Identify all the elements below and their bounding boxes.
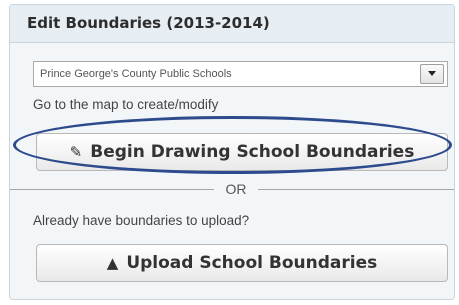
dropdown-arrow-button[interactable] bbox=[420, 64, 444, 84]
panel-header: Edit Boundaries (2013-2014) bbox=[10, 5, 454, 43]
pencil-icon: ✎ bbox=[69, 143, 83, 161]
begin-drawing-button[interactable]: ✎ Begin Drawing School Boundaries bbox=[36, 133, 448, 171]
divider-line-right bbox=[258, 189, 454, 190]
divider-line-left bbox=[10, 189, 214, 190]
upload-arrow-icon: ▲ bbox=[106, 254, 119, 272]
upload-boundaries-button[interactable]: ▲ Upload School Boundaries bbox=[36, 244, 448, 282]
divider-or-label: OR bbox=[225, 181, 247, 197]
upload-prompt-text: Already have boundaries to upload? bbox=[33, 213, 250, 228]
panel-title: Edit Boundaries (2013-2014) bbox=[27, 14, 270, 32]
district-select[interactable]: Prince George's County Public Schools bbox=[33, 61, 448, 87]
chevron-down-icon bbox=[428, 71, 436, 76]
upload-boundaries-label: Upload School Boundaries bbox=[126, 253, 378, 273]
edit-boundaries-panel: Edit Boundaries (2013-2014) Prince Georg… bbox=[9, 4, 455, 300]
map-hint-text: Go to the map to create/modify bbox=[33, 97, 219, 112]
district-select-value: Prince George's County Public Schools bbox=[40, 68, 232, 80]
begin-drawing-label: Begin Drawing School Boundaries bbox=[90, 142, 415, 162]
